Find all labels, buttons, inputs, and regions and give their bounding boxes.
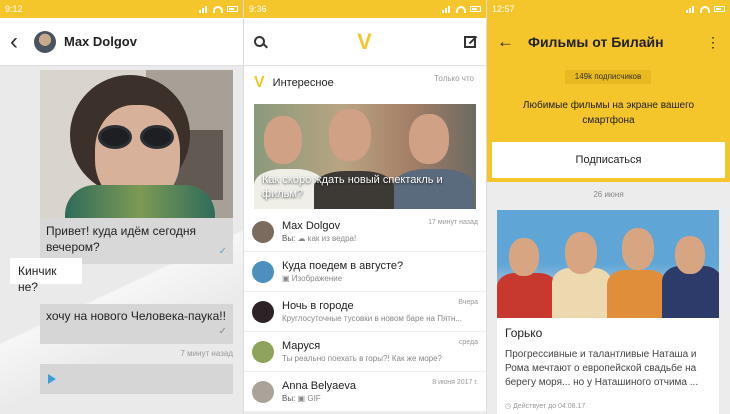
message-text: хочу на нового Человека-паука!! (46, 309, 226, 323)
status-time: 9:36 (249, 4, 267, 14)
avatar (252, 220, 274, 243)
message-bubble[interactable]: хочу на нового Человека-паука!! ✓ (40, 304, 233, 344)
compose-icon[interactable] (464, 35, 476, 48)
channel-title: Фильмы от Билайн (528, 34, 664, 50)
status-bar: 9:36 (244, 0, 486, 18)
gif-icon: ▣ (297, 394, 306, 403)
message-text: Привет! куда идём сегодня вечером? (46, 224, 196, 254)
post-description: Прогрессивные и талантливые Наташа и Ром… (505, 349, 699, 388)
status-bar: 9:12 (0, 0, 243, 18)
list-item[interactable]: Max Dolgov Вы: ☁ как из ведра! 17 минут … (244, 212, 486, 252)
feed-header: V (244, 18, 486, 66)
status-time: 12:57 (492, 4, 515, 14)
photo-message[interactable] (40, 70, 233, 218)
sent-check-icon: ✓ (218, 326, 227, 337)
avatar (252, 340, 274, 363)
message-bubble[interactable]: Кинчик не? (10, 258, 82, 294)
feed-screen: 9:36 V V Интересное Только что Как скоро… (243, 0, 487, 414)
avatar (252, 300, 274, 323)
subscriber-count: 149k подписчиков (565, 70, 651, 84)
status-time: 9:12 (5, 4, 23, 14)
avatar (252, 380, 274, 403)
list-item[interactable]: Маруся Ты реально поехать в горы?! Как ж… (244, 332, 486, 372)
avatar[interactable] (34, 30, 56, 53)
signal-icon (686, 5, 696, 13)
list-item[interactable]: Куда поедем в августе? ▣ Изображение (244, 252, 486, 292)
channel-screen: 12:57 ← Фильмы от Билайн ⋮ 149k подписчи… (487, 0, 730, 414)
chat-area: Привет! куда идём сегодня вечером? ✓ Кин… (0, 66, 243, 414)
featured-time: Только что (434, 74, 474, 83)
channel-header: ← Фильмы от Билайн ⋮ 149k подписчиков Лю… (487, 18, 730, 182)
featured-title: Интересное (272, 77, 334, 89)
featured-image[interactable]: Как скоро ждать новый спектакль и фильм? (254, 104, 476, 209)
message-timestamp: 7 минут назад (180, 349, 233, 358)
audio-message[interactable] (40, 364, 233, 394)
arrow-back-icon[interactable]: ← (497, 32, 514, 52)
chat-screen: 9:12 ‹ Max Dolgov Привет! куда идём сего… (0, 0, 243, 414)
channel-description: Любимые фильмы на экране вашего смартфон… (522, 100, 695, 126)
signal-icon (442, 5, 452, 13)
status-bar: 12:57 (487, 0, 730, 18)
beeline-logo: V (357, 28, 372, 54)
cloud-icon: ☁ (297, 234, 306, 243)
list-item[interactable]: Ночь в городе Круглосуточные тусовки в н… (244, 292, 486, 332)
post-card[interactable]: Горько Прогрессивные и талантливые Наташ… (497, 210, 719, 414)
screens: 9:12 ‹ Max Dolgov Привет! куда идём сего… (0, 0, 730, 414)
signal-icon (199, 5, 209, 13)
play-icon[interactable] (48, 374, 56, 384)
chevron-left-icon[interactable]: ‹ (10, 29, 26, 54)
post-image[interactable] (497, 210, 719, 318)
read-check-icon: ✓ (218, 246, 227, 257)
date-separator: 26 июня (593, 190, 624, 199)
battery-icon (227, 6, 238, 12)
featured-card[interactable]: V Интересное Только что Как скоро ждать … (244, 66, 486, 216)
avatar (252, 260, 274, 283)
wifi-icon (700, 5, 710, 13)
featured-caption: Как скоро ждать новый спектакль и фильм? (262, 174, 443, 200)
image-icon: ▣ (282, 274, 290, 283)
battery-icon (470, 6, 481, 12)
subscribe-button[interactable]: Подписаться (492, 142, 725, 178)
battery-icon (714, 6, 725, 12)
clock-icon: ◷ (505, 403, 512, 410)
more-menu-icon[interactable]: ⋮ (706, 34, 720, 51)
message-text: Кинчик не? (18, 264, 57, 294)
list-item[interactable]: Anna Belyaeva Вы: ▣ GIF 8 июня 2017 г. (244, 372, 486, 412)
post-title: Горько (505, 326, 543, 340)
post-expiry: Действует до 04.08.17 (513, 403, 586, 410)
wifi-icon (213, 5, 223, 13)
featured-logo-icon: V (254, 74, 265, 91)
search-icon[interactable] (254, 36, 265, 47)
conversation-list: Max Dolgov Вы: ☁ как из ведра! 17 минут … (244, 212, 486, 412)
chat-header: ‹ Max Dolgov (0, 18, 243, 66)
contact-name[interactable]: Max Dolgov (64, 34, 137, 49)
wifi-icon (456, 5, 466, 13)
